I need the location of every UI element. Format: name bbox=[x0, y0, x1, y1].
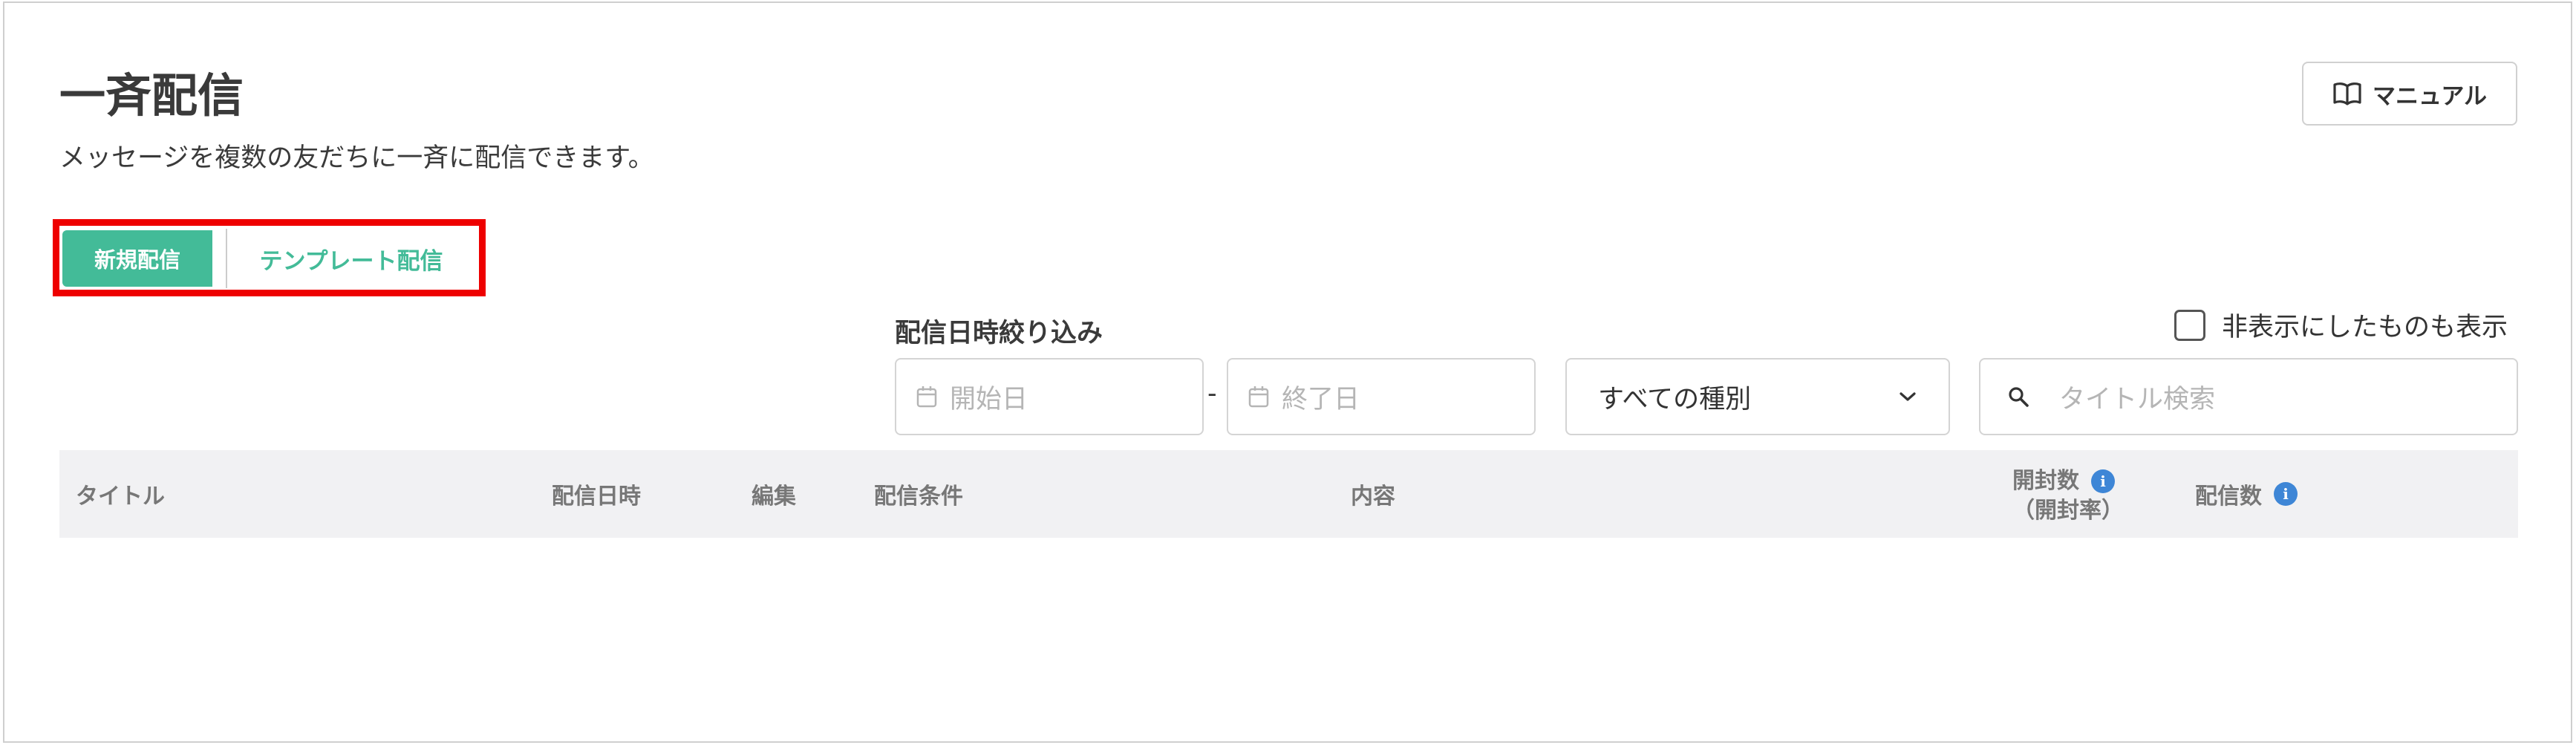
show-hidden-toggle[interactable]: 非表示にしたものも表示 bbox=[2174, 306, 2508, 344]
column-conditions: 配信条件 bbox=[874, 484, 963, 510]
show-hidden-label: 非表示にしたものも表示 bbox=[2222, 313, 2508, 342]
column-edit: 編集 bbox=[751, 484, 796, 510]
date-separator: - bbox=[1207, 379, 1217, 409]
search-placeholder: タイトル検索 bbox=[2059, 384, 2216, 414]
page-description: メッセージを複数の友だちに一斉に配信できます。 bbox=[59, 143, 654, 173]
start-date-placeholder: 開始日 bbox=[950, 384, 1028, 414]
title-search-input[interactable]: タイトル検索 bbox=[1979, 358, 2518, 435]
type-select-value: すべての種別 bbox=[1598, 384, 1752, 414]
page-title: 一斉配信 bbox=[59, 68, 244, 123]
show-hidden-checkbox[interactable] bbox=[2174, 309, 2205, 341]
column-open-rate-label: （開封率） bbox=[2012, 497, 2124, 524]
template-broadcast-button[interactable]: テンプレート配信 bbox=[226, 229, 475, 288]
date-filter-label: 配信日時絞り込み bbox=[895, 319, 1103, 348]
manual-button[interactable]: マニュアル bbox=[2302, 62, 2517, 126]
search-icon bbox=[2009, 387, 2029, 407]
type-select[interactable]: すべての種別 bbox=[1565, 358, 1950, 435]
chevron-down-icon bbox=[1900, 392, 1916, 401]
column-content: 内容 bbox=[1351, 484, 1395, 510]
column-opens[interactable]: 開封数 i （開封率） bbox=[2012, 466, 2124, 525]
table-header: タイトル 配信日時 編集 配信条件 内容 開封数 i （開封率） 配信数 i bbox=[59, 450, 2518, 538]
end-date-placeholder: 終了日 bbox=[1282, 384, 1360, 414]
end-date-input[interactable]: 終了日 bbox=[1227, 358, 1536, 435]
column-sent-count[interactable]: 配信数 i bbox=[2195, 450, 2298, 538]
book-icon bbox=[2333, 82, 2361, 105]
manual-button-label: マニュアル bbox=[2372, 82, 2488, 110]
calendar-icon bbox=[1248, 386, 1269, 408]
column-sent-at[interactable]: 配信日時 bbox=[552, 450, 641, 538]
column-opens-label: 開封数 bbox=[2012, 468, 2079, 494]
column-title[interactable]: タイトル bbox=[76, 450, 165, 538]
info-icon[interactable]: i bbox=[2274, 482, 2298, 506]
column-sent-count-label: 配信数 bbox=[2195, 484, 2262, 510]
calendar-icon bbox=[916, 386, 937, 408]
start-date-input[interactable]: 開始日 bbox=[895, 358, 1204, 435]
info-icon[interactable]: i bbox=[2091, 469, 2115, 493]
new-broadcast-button[interactable]: 新規配信 bbox=[62, 230, 212, 287]
